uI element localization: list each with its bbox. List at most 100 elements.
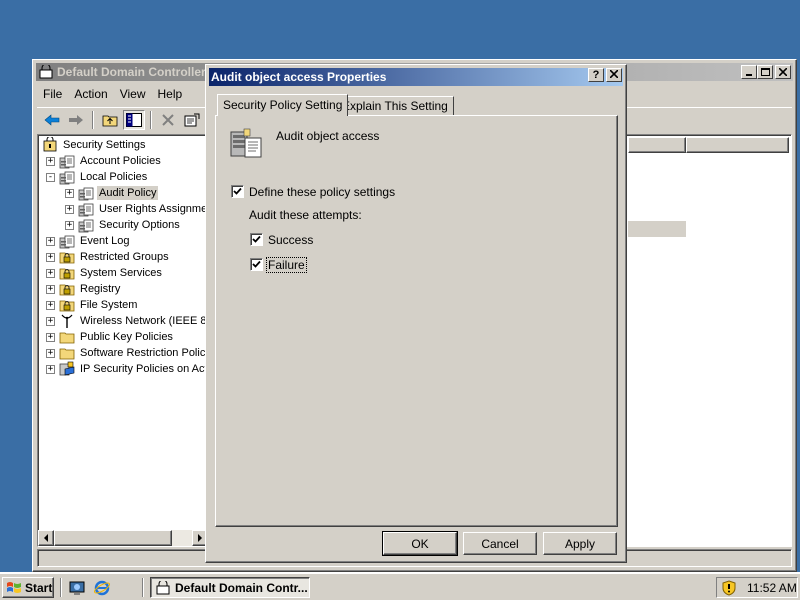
expand-icon[interactable]: + (46, 348, 55, 358)
expand-icon[interactable]: + (65, 188, 74, 198)
column-header[interactable] (628, 137, 686, 153)
dialog-close-button[interactable] (606, 68, 622, 82)
policy-icon (78, 187, 94, 201)
minimize-button[interactable] (741, 65, 757, 79)
tree-item[interactable]: + Event Log (46, 233, 132, 249)
success-checkbox[interactable] (250, 233, 263, 246)
ok-button[interactable]: OK (382, 531, 458, 556)
tree-item-label: Software Restriction Policies (80, 347, 209, 359)
taskbar-separator (142, 578, 144, 597)
define-policy-checkbox[interactable] (231, 185, 244, 198)
ok-button-label: OK (411, 536, 429, 551)
details-pane[interactable] (625, 134, 792, 547)
menu-bar: File Action View Help (37, 84, 188, 104)
start-button[interactable]: Start (2, 577, 54, 598)
cancel-button[interactable]: Cancel (463, 532, 537, 555)
back-button[interactable] (41, 110, 63, 130)
mmc-title-text: Default Domain Controller (57, 65, 206, 79)
tree-item[interactable]: + Restricted Groups (46, 249, 171, 265)
forward-arrow-icon (69, 114, 83, 125)
security-shield-icon[interactable] (721, 579, 737, 596)
quick-launch-desktop-button[interactable] (68, 579, 86, 597)
antenna-icon (61, 314, 73, 328)
help-icon: ? (592, 69, 600, 81)
expand-icon[interactable]: + (65, 204, 74, 214)
audit-policy-icon (230, 128, 262, 158)
tree-horizontal-scrollbar[interactable] (38, 530, 208, 546)
tree-item[interactable]: - Local Policies (46, 169, 149, 185)
policy-name-label: Audit object access (276, 129, 380, 143)
expand-icon[interactable]: + (46, 236, 55, 246)
windows-logo-icon (7, 581, 21, 593)
close-button[interactable] (775, 65, 791, 79)
toolbar-separator (150, 110, 152, 129)
dialog-title-bar[interactable]: Audit object access Properties (209, 68, 623, 86)
properties-icon (184, 113, 200, 126)
expand-icon[interactable]: + (46, 268, 55, 278)
locked-folder-icon (59, 252, 75, 264)
tree-item[interactable]: + IP Security Policies on Active Director… (46, 361, 208, 377)
tree-item[interactable]: + Security Options (65, 217, 182, 233)
collapse-icon[interactable]: - (46, 172, 55, 182)
menu-action[interactable]: Action (68, 87, 113, 101)
expand-icon[interactable]: + (65, 220, 74, 230)
failure-checkbox[interactable] (250, 258, 263, 271)
delete-button[interactable] (157, 110, 179, 130)
system-tray: 11:52 AM (716, 577, 798, 598)
expand-icon[interactable]: + (46, 300, 55, 310)
tree-item[interactable]: + Software Restriction Policies (46, 345, 209, 361)
properties-button[interactable] (181, 110, 203, 130)
expand-icon[interactable]: + (46, 252, 55, 262)
tree-item-label: Audit Policy (97, 186, 159, 200)
quick-launch-ie-button[interactable] (93, 579, 111, 597)
expand-icon[interactable]: + (46, 284, 55, 294)
tab-security-policy-setting[interactable]: Security Policy Setting (217, 94, 349, 116)
expand-icon[interactable]: + (46, 156, 55, 166)
taskbar-task-default-domain[interactable]: Default Domain Contr... (150, 577, 310, 598)
back-arrow-icon (44, 113, 60, 126)
scroll-thumb[interactable] (54, 530, 172, 546)
forward-button[interactable] (65, 110, 87, 130)
tree-item[interactable]: + Audit Policy (65, 185, 159, 201)
tree-item[interactable]: + Registry (46, 281, 122, 297)
tree-item[interactable]: + System Services (46, 265, 164, 281)
show-desktop-icon (69, 581, 85, 595)
minimize-icon (746, 74, 752, 76)
clock[interactable]: 11:52 AM (747, 581, 797, 595)
tree-item[interactable]: + Public Key Policies (46, 329, 175, 345)
column-header[interactable] (686, 137, 789, 153)
list-item[interactable] (628, 221, 686, 237)
up-one-level-button[interactable] (99, 110, 121, 130)
tree-item-label: Restricted Groups (80, 251, 169, 263)
menu-help[interactable]: Help (152, 87, 189, 101)
tree-item[interactable]: + Account Policies (46, 153, 163, 169)
menu-view[interactable]: View (114, 87, 152, 101)
arrow-left-icon (44, 534, 48, 542)
ip-security-icon (59, 361, 75, 376)
expand-icon[interactable]: + (46, 364, 55, 374)
success-label[interactable]: Success (268, 233, 313, 247)
maximize-button[interactable] (757, 65, 773, 79)
apply-button[interactable]: Apply (543, 532, 617, 555)
expand-icon[interactable]: + (46, 316, 55, 326)
help-button[interactable]: ? (588, 68, 604, 82)
tree-item[interactable]: + File System (46, 297, 139, 313)
define-policy-label[interactable]: Define these policy settings (249, 185, 395, 199)
tree-item[interactable]: Security Settings (42, 137, 148, 153)
expand-icon[interactable]: + (46, 332, 55, 342)
locked-folder-icon (59, 268, 75, 280)
dialog-title-text: Audit object access Properties (211, 70, 387, 84)
console-tree[interactable]: Security Settings + Account Policies - Local… (37, 134, 209, 547)
show-hide-tree-button[interactable] (123, 109, 145, 130)
tree-item-label: Security Options (99, 219, 180, 231)
failure-label[interactable]: Failure (266, 257, 307, 273)
tree-item-label: Security Settings (63, 139, 146, 151)
tree-item-label: Account Policies (80, 155, 161, 167)
tree-pane-icon (126, 112, 142, 127)
tree-item[interactable]: + User Rights Assignment (65, 201, 208, 217)
tree-item[interactable]: + Wireless Network (IEEE 802.11) (46, 313, 208, 329)
tab-explain-this-setting[interactable]: Explain This Setting (336, 96, 454, 115)
scroll-left-button[interactable] (38, 530, 54, 546)
checkmark-icon (252, 235, 261, 243)
menu-file[interactable]: File (37, 87, 68, 101)
